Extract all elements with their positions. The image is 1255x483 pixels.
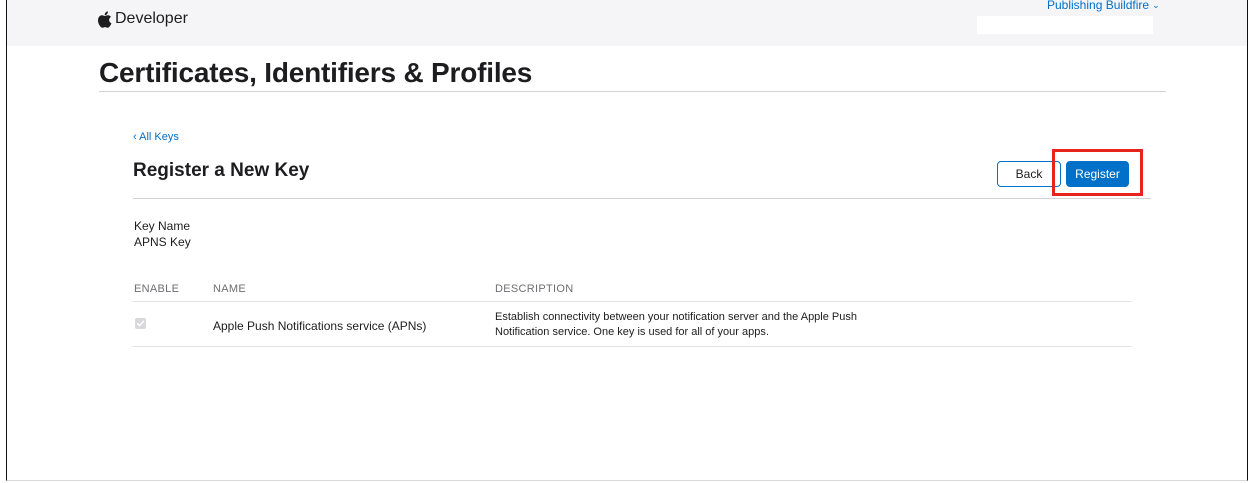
account-name: Publishing Buildfire [1047, 0, 1150, 12]
register-highlight-box [1052, 149, 1143, 196]
column-header-enable: ENABLE [134, 283, 180, 295]
page-title: Certificates, Identifiers & Profiles [99, 57, 533, 88]
service-name: Apple Push Notifications service (APNs) [213, 319, 427, 333]
checkmark-icon [136, 320, 145, 327]
brand-label: Developer [115, 10, 188, 27]
account-menu[interactable]: Publishing Buildfire ⌄ [1047, 0, 1160, 12]
table-row-divider [133, 346, 1131, 347]
service-description-line: Establish connectivity between your noti… [495, 311, 857, 323]
section-title: Register a New Key [133, 160, 310, 181]
enable-checkbox[interactable] [135, 318, 146, 329]
service-description: Establish connectivity between your noti… [495, 310, 915, 340]
section-divider [133, 198, 1151, 199]
global-nav: Developer Publishing Buildfire ⌄ [7, 0, 1247, 46]
table-header-divider [133, 301, 1131, 302]
service-description-line: Notification service. One key is used fo… [495, 326, 769, 338]
column-header-name: NAME [213, 283, 246, 295]
page-frame: Developer Publishing Buildfire ⌄ Certifi… [6, 0, 1248, 481]
all-keys-link[interactable]: ‹ All Keys [133, 131, 179, 143]
column-header-description: DESCRIPTION [495, 283, 574, 295]
key-name-value: APNS Key [134, 235, 191, 249]
title-divider [99, 91, 1166, 92]
apple-logo-icon [98, 10, 112, 28]
account-subbar [977, 16, 1153, 34]
developer-home-link[interactable]: Developer [97, 8, 188, 30]
key-name-label: Key Name [134, 219, 191, 233]
chevron-down-icon: ⌄ [1152, 0, 1160, 10]
